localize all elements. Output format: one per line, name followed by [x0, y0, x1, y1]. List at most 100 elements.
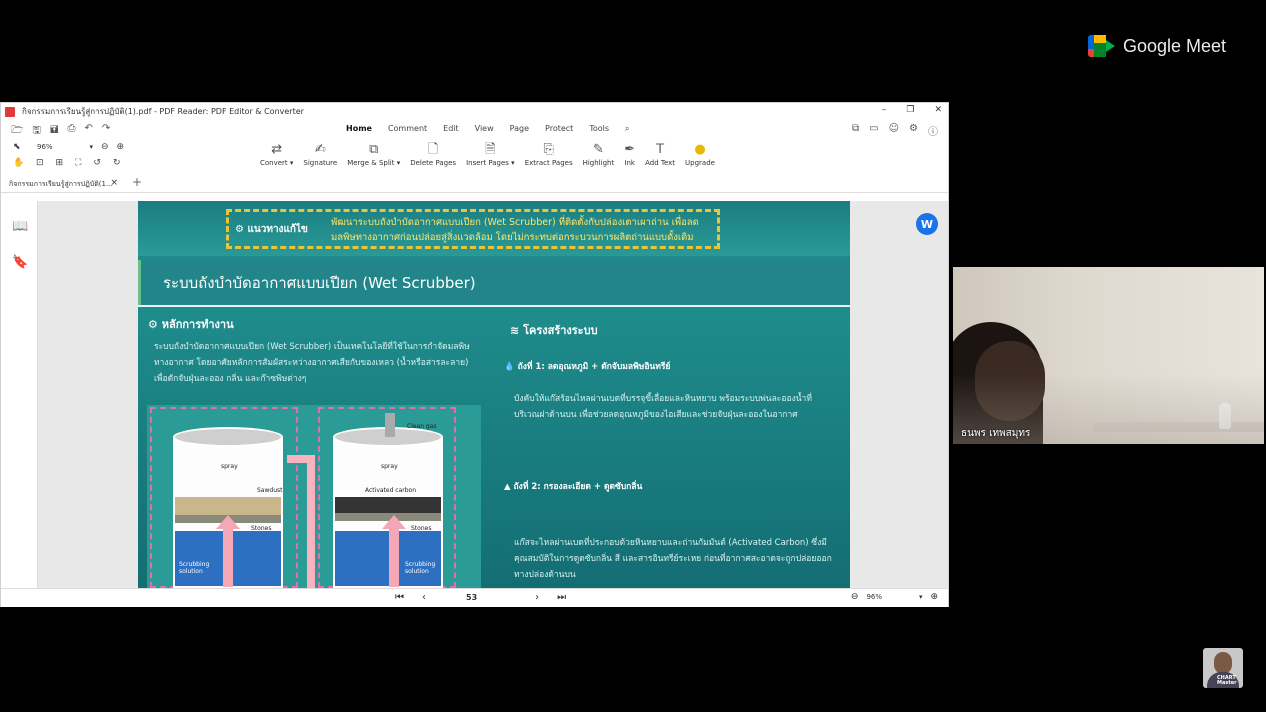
- save-icon[interactable]: 🖫: [32, 123, 41, 140]
- page-title-bar: ระบบถังบำบัดอากาศแบบเปียก (Wet Scrubber): [138, 260, 850, 306]
- solution-section: ⚙ แนวทางแก้ไข พัฒนาระบบถังบำบัดอากาศแบบเ…: [138, 201, 850, 256]
- tool-label: Upgrade: [685, 159, 715, 167]
- rotate-right-icon[interactable]: ↻: [113, 158, 121, 168]
- fullscreen-icon[interactable]: ⛶: [75, 158, 81, 168]
- chevron-down-icon: ▾: [918, 593, 923, 601]
- tank-1: spray Sawdust Stones Scrubbing solution: [173, 427, 283, 588]
- sawdust-layer: [175, 497, 281, 515]
- pdf-app-icon: [5, 106, 15, 117]
- left-sidebar: 📖 🔖: [1, 201, 38, 588]
- self-view-thumbnail[interactable]: CHART Master: [1203, 648, 1243, 688]
- add-text-button[interactable]: Ｔ Add Text: [640, 140, 680, 167]
- select-cursor-icon[interactable]: ⬉: [13, 142, 21, 152]
- print-icon[interactable]: ⎙: [67, 123, 75, 140]
- extract-pages-button[interactable]: ⎘ Extract Pages: [520, 140, 578, 167]
- menu-tab-comment[interactable]: Comment: [388, 124, 427, 134]
- delete-pages-button[interactable]: 🗋 Delete Pages: [405, 140, 461, 167]
- merge-icon: ⧉: [369, 142, 379, 157]
- document-tab-label: กิจกรรมการเรียนรู้สู่การปฏิบัติ(1...: [9, 180, 113, 188]
- upgrade-icon: ●: [694, 142, 706, 157]
- user-avatar[interactable]: W: [916, 213, 938, 235]
- restore-button[interactable]: ❐: [906, 105, 914, 115]
- close-tab-icon[interactable]: ×: [110, 178, 118, 188]
- upgrade-button[interactable]: ● Upgrade: [680, 140, 720, 167]
- zoom-out-icon[interactable]: ⊖: [851, 592, 859, 602]
- tool-label: Convert ▾: [260, 159, 294, 167]
- tank2-carbon-label: Activated carbon: [365, 487, 417, 494]
- bookmark-icon[interactable]: 🔖: [12, 255, 28, 270]
- menu-bar: 🗁 🖫 🖬 ⎙ ↶ ↷ Home Comment Edit View Page …: [1, 120, 948, 140]
- merge-split-button[interactable]: ⧉ Merge & Split ▾: [342, 140, 405, 167]
- filter-icon: ▲: [504, 482, 511, 492]
- save-as-icon[interactable]: 🖬: [50, 123, 59, 140]
- fit-page-icon[interactable]: ⊡: [36, 158, 44, 168]
- tank2-spray-label: spray: [381, 463, 398, 470]
- document-tab-bar: กิจกรรมการเรียนรู้สู่การปฏิบัติ(1... × +: [1, 174, 948, 193]
- document-tab[interactable]: กิจกรรมการเรียนรู้สู่การปฏิบัติ(1... ×: [7, 176, 121, 192]
- google-meet-brand: Google Meet: [1088, 34, 1226, 58]
- menu-tab-edit[interactable]: Edit: [443, 124, 459, 134]
- tool-label: Signature: [303, 159, 338, 167]
- new-tab-icon[interactable]: +: [132, 175, 142, 189]
- shared-screen-pdf-reader: กิจกรรมการเรียนรู้สู่การปฏิบัติ(1).pdf -…: [0, 102, 949, 607]
- tank2-clean-gas-label: Clean gas: [407, 423, 437, 430]
- page-number-input[interactable]: 53: [466, 593, 477, 603]
- zoom-out-icon[interactable]: ⊖: [101, 142, 109, 152]
- fit-width-icon[interactable]: ⊞: [56, 158, 64, 168]
- document-viewer[interactable]: ⚙ แนวทางแก้ไข พัฒนาระบบถังบำบัดอากาศแบบเ…: [38, 201, 948, 588]
- step1-heading: 💧 ถังที่ 1: ลดอุณหภูมิ + ดักจับมลพิษอินท…: [504, 359, 670, 373]
- zoom-in-icon[interactable]: ⊕: [117, 142, 125, 152]
- search-icon[interactable]: ⌕: [625, 124, 629, 134]
- last-page-icon[interactable]: ⏭: [557, 592, 566, 603]
- gears-icon: ⚙: [148, 318, 158, 331]
- chimney: [385, 413, 395, 437]
- convert-button[interactable]: ⇄ Convert ▾: [255, 140, 298, 167]
- participant-video-tile[interactable]: ธนพร เทพสมุทร: [953, 267, 1264, 444]
- gas-flow-arrow-icon: [382, 515, 406, 587]
- step1-heading-text: ถังที่ 1: ลดอุณหภูมิ + ดักจับมลพิษอินทรี…: [517, 362, 671, 372]
- account-icon[interactable]: ☺: [889, 123, 899, 138]
- gears-icon: ⚙: [235, 224, 244, 235]
- participant-name: ธนพร เทพสมุทร: [961, 428, 1031, 439]
- tool-label: Delete Pages: [410, 159, 457, 167]
- tank1-sawdust-label: Sawdust: [257, 487, 283, 494]
- solution-label: ⚙ แนวทางแก้ไข: [235, 222, 308, 237]
- tool-label: Ink: [624, 159, 635, 167]
- rotate-left-icon[interactable]: ↺: [93, 158, 101, 168]
- layout-icon[interactable]: ▭: [869, 123, 878, 138]
- zoom-in-icon[interactable]: ⊕: [930, 592, 938, 602]
- zoom-dropdown[interactable]: 96% ▾: [34, 142, 96, 155]
- signature-button[interactable]: ✍ Signature: [298, 140, 342, 167]
- menu-tab-tools[interactable]: Tools: [589, 124, 609, 134]
- menu-tab-home[interactable]: Home: [346, 124, 372, 134]
- menu-tab-view[interactable]: View: [475, 124, 494, 134]
- screenshot-icon[interactable]: ⧉: [852, 123, 859, 138]
- hand-tool-icon[interactable]: ✋: [13, 158, 24, 168]
- layers-icon: ≋: [510, 324, 520, 337]
- close-window-button[interactable]: ✕: [934, 105, 942, 115]
- ribbon-tools: ⇄ Convert ▾ ✍ Signature ⧉ Merge & Split ▾ 🗋…: [255, 140, 720, 167]
- menu-tab-protect[interactable]: Protect: [545, 124, 573, 134]
- settings-gear-icon[interactable]: ⚙: [909, 123, 918, 138]
- drop-icon: 💧: [504, 362, 515, 372]
- status-zoom-value: 96%: [866, 593, 883, 601]
- page-title: ระบบถังบำบัดอากาศแบบเปียก (Wet Scrubber): [163, 274, 476, 292]
- prev-page-icon[interactable]: ‹: [422, 592, 426, 603]
- next-page-icon[interactable]: ›: [535, 592, 539, 603]
- tank1-solution-label: Scrubbing solution: [179, 561, 210, 575]
- window-title: กิจกรรมการเรียนรู้สู่การปฏิบัติ(1).pdf -…: [22, 107, 304, 116]
- reading-mode-icon[interactable]: 📖: [12, 219, 28, 234]
- info-icon[interactable]: ⓘ: [928, 123, 938, 138]
- minimize-button[interactable]: –: [882, 105, 887, 115]
- insert-pages-button[interactable]: 🗎 Insert Pages ▾: [461, 140, 520, 167]
- status-zoom-dropdown[interactable]: 96% ▾: [866, 593, 922, 601]
- highlight-button[interactable]: ✎ Highlight: [578, 140, 620, 167]
- principle-text: ระบบถังบำบัดอากาศแบบเปียก (Wet Scrubber)…: [154, 342, 470, 384]
- redo-icon[interactable]: ↷: [102, 123, 110, 140]
- menu-tab-page[interactable]: Page: [510, 124, 529, 134]
- ink-button[interactable]: ✒ Ink: [619, 140, 640, 167]
- tool-label: Insert Pages ▾: [466, 159, 515, 167]
- first-page-icon[interactable]: ⏮: [395, 592, 404, 603]
- open-folder-icon[interactable]: 🗁: [11, 123, 23, 140]
- undo-icon[interactable]: ↶: [84, 123, 92, 140]
